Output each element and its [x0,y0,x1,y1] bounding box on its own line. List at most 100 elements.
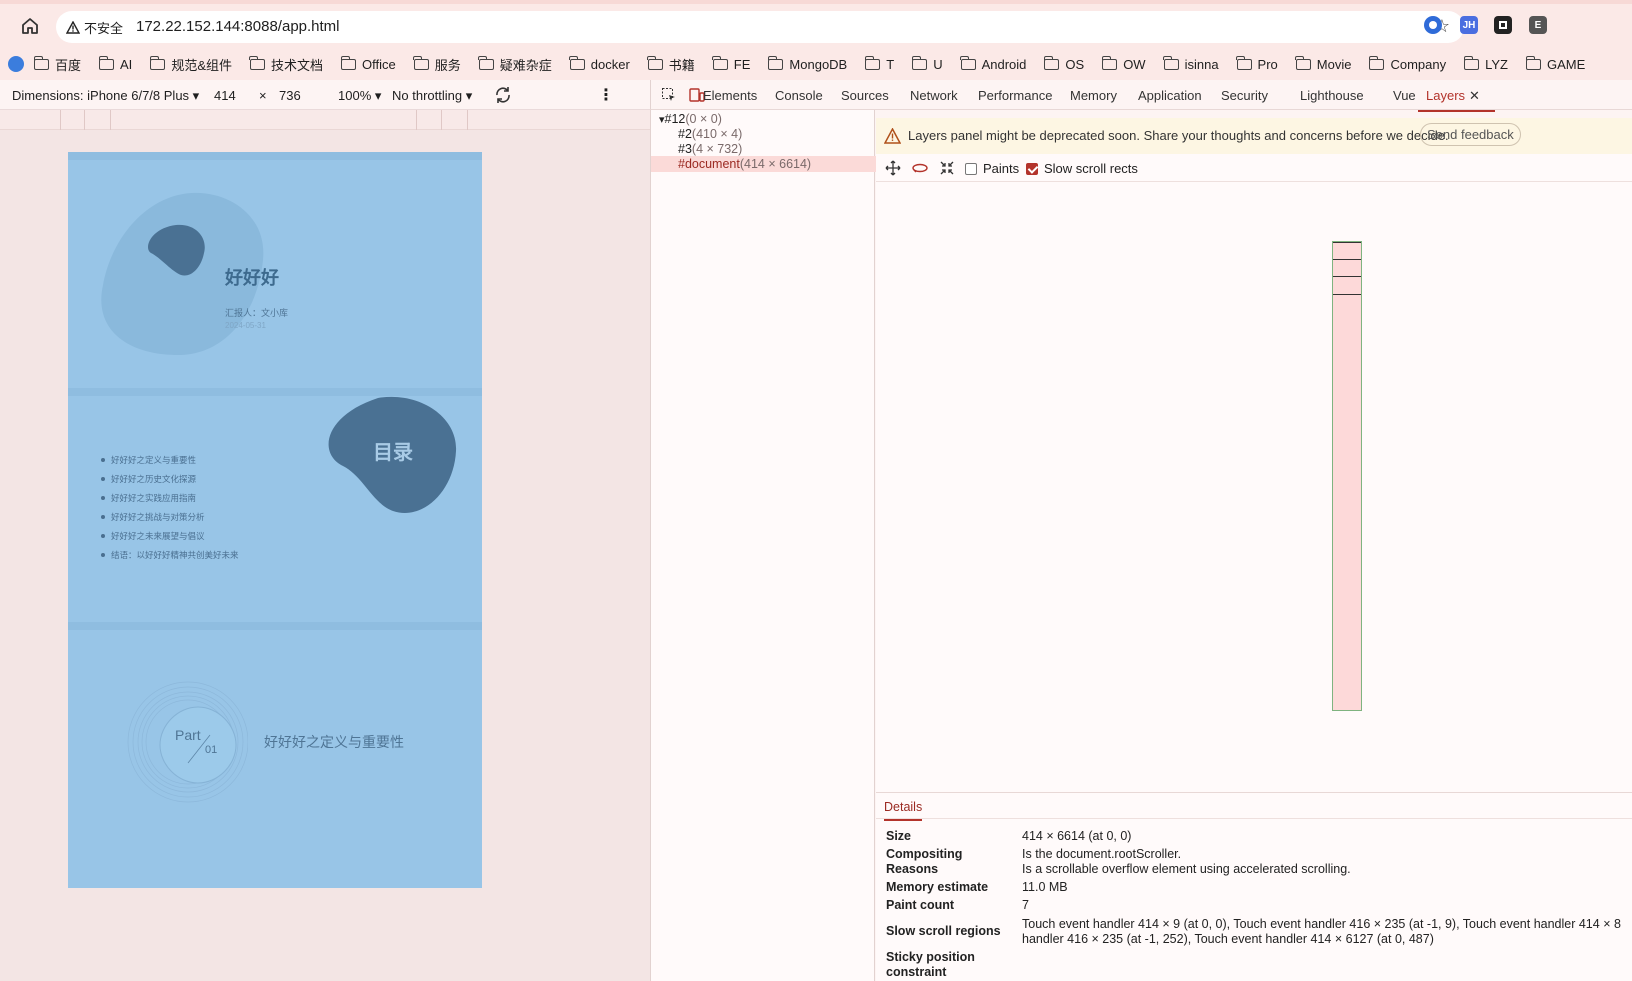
omnibox[interactable]: 不安全 172.22.152.144:8088/app.html ☆ [56,11,1464,43]
details-panel: Details Size 414 × 6614 (at 0, 0) Compos… [876,792,1632,981]
tab-lighthouse[interactable]: Lighthouse [1300,88,1364,103]
layers-toolbar: Paints Slow scroll rects [876,154,1632,182]
paint-count-value: 7 [1022,898,1029,912]
bookmark-item[interactable]: Android [960,55,1026,72]
details-tab[interactable]: Details [884,800,923,821]
bookmark-item[interactable]: Company [1368,55,1446,72]
bookmark-item[interactable]: Office [340,55,396,72]
dimensions-label: Dimensions: iPhone 6/7/8 Plus [12,88,190,103]
toc-item-label: 好好好之未来展望与倡议 [111,531,205,541]
bookmark-item[interactable]: OW [1101,55,1146,72]
bookmark-item[interactable]: Movie [1295,55,1351,72]
document-layer-rect[interactable] [1332,241,1362,711]
times-sign: × [259,88,267,103]
rotate-mode-icon[interactable] [911,160,929,176]
bookmark-item[interactable]: MongoDB [767,55,847,72]
paints-checkbox-box[interactable] [965,163,977,175]
dimensions-select[interactable]: Dimensions: iPhone 6/7/8 Plus ▾ [12,88,199,104]
inspect-element-icon[interactable] [661,87,677,103]
throttling-label: No throttling [392,88,463,103]
toc-item-label: 结语：以好好好精神共创美好未来 [111,550,239,560]
folder-icon [767,55,784,70]
folder-icon [1463,55,1480,70]
url-text[interactable]: 172.22.152.144:8088/app.html [136,18,340,35]
apps-icon[interactable] [8,56,24,72]
bookmark-item[interactable]: GAME [1525,55,1585,72]
tab-memory[interactable]: Memory [1070,88,1117,103]
paints-checkbox[interactable]: Paints [965,161,1019,176]
bookmark-item[interactable]: 百度 [33,55,81,74]
close-tab-icon[interactable]: ✕ [1469,88,1480,104]
bookmark-item[interactable]: 服务 [413,55,461,74]
tab-network[interactable]: Network [910,88,958,103]
bookmark-item[interactable]: 规范&组件 [149,55,232,74]
extension-jh-icon[interactable]: JH [1460,16,1478,34]
insecure-indicator[interactable]: 不安全 [66,18,123,36]
layer-tree-row[interactable]: ▾#12(0 × 0) [651,111,876,127]
tab-security[interactable]: Security [1221,88,1268,103]
bookmark-label: 技术文档 [270,57,323,73]
extension-square-icon[interactable] [1494,16,1512,34]
bookmarks-bar: 百度 AI 规范&组件 技术文档 Office 服务 疑难杂症 docker 书籍 FE Mongo… [0,48,1632,80]
dark-blob-shape [148,224,205,276]
zoom-select[interactable]: 100% ▾ [338,88,381,104]
height-input[interactable]: 736 [279,88,301,103]
tab-console[interactable]: Console [775,88,823,103]
bookmark-item[interactable]: FE [712,55,750,72]
part-slide: Part 01 好好好之定义与重要性 [68,630,482,888]
bullet-dot [101,496,105,500]
pan-mode-icon[interactable] [885,160,901,176]
layers-3d-canvas[interactable] [876,182,1632,792]
phone-viewport[interactable]: 好好好 汇报人：文小库 2024-05-31 目录 好好好之定义与重要性 好好好之… [68,152,482,888]
bookmark-item[interactable]: Pro [1236,55,1278,72]
bookmark-item[interactable]: T [864,55,894,72]
bookmark-item[interactable]: 疑难杂症 [478,55,552,74]
extension-e-icon[interactable]: E [1529,16,1547,34]
slow-scroll-checkbox[interactable]: Slow scroll rects [1026,161,1138,176]
bookmark-item[interactable]: 技术文档 [249,55,323,74]
sticky-position-label-2: constraint [886,965,947,979]
bookmark-item[interactable]: 书籍 [647,55,695,74]
folder-icon [1163,55,1179,70]
layer-tree-row[interactable]: #3(4 × 732) [651,141,876,157]
width-input[interactable]: 414 [214,88,236,103]
extension-circle-icon[interactable] [1424,16,1442,34]
home-icon[interactable] [18,14,42,38]
media-query-ruler [0,110,650,130]
send-feedback-button[interactable]: Send feedback [1420,123,1521,146]
part-number: 01 [205,744,218,756]
layer-id: #document [678,157,740,171]
slide-separator [68,622,482,630]
memory-value: 11.0 MB [1022,880,1068,894]
bookmark-item[interactable]: AI [98,55,132,72]
layer-tree-row[interactable]: #document(414 × 6614) [651,156,876,172]
folder-icon [33,55,49,70]
tab-vue[interactable]: Vue [1393,88,1416,103]
compositing-value-2: Is a scrollable overflow element using a… [1022,862,1351,876]
part-title: 好好好之定义与重要性 [264,734,404,750]
bookmark-item[interactable]: OS [1043,55,1084,72]
bullet-dot [101,458,105,462]
bookmark-label: docker [590,56,630,72]
bullet-dot [101,477,105,481]
rotate-icon[interactable] [493,85,513,105]
bookmark-item[interactable]: LYZ [1463,55,1508,72]
bookmark-item[interactable]: docker [569,55,630,72]
bookmark-item[interactable]: U [911,55,943,72]
devtools-tab-bar: Elements Console Sources Network Performance… [650,80,1632,112]
tab-sources[interactable]: Sources [841,88,889,103]
layer-size: (0 × 0) [685,112,722,126]
tab-layers[interactable]: Layers [1417,88,1496,112]
throttling-select[interactable]: No throttling ▾ [392,88,472,104]
slow-scroll-checkbox-box[interactable] [1026,163,1038,175]
tab-performance[interactable]: Performance [978,88,1052,103]
bookmark-item[interactable]: isinna [1163,55,1219,72]
banner-text: Layers panel might be deprecated soon. S… [908,128,1449,143]
more-options-icon[interactable]: ⋮ [598,85,614,105]
tab-elements[interactable]: Elements [703,88,757,103]
folder-icon [960,55,976,70]
layer-tree-row[interactable]: #2(410 × 4) [651,126,876,142]
reset-transform-icon[interactable] [939,160,955,176]
compositing-label-2: Reasons [886,862,939,876]
tab-application[interactable]: Application [1138,88,1202,103]
